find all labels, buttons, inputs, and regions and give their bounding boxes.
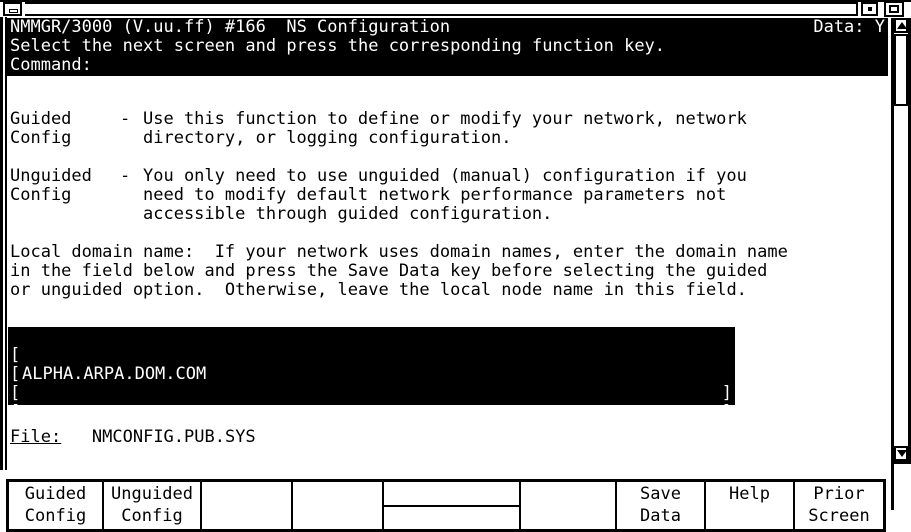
instruction-text: Select the next screen and press the cor… xyxy=(10,36,666,56)
fkey-label-line2: Config xyxy=(24,506,87,526)
unguided-config-label-line2: Config xyxy=(10,185,72,205)
fkey-bar-right-rule xyxy=(883,479,886,532)
fkey-unguided-config[interactable]: Unguided Config xyxy=(104,482,202,529)
domain-paragraph-line1: Local domain name: If your network uses … xyxy=(10,242,788,262)
fkey-label-line1: Unguided xyxy=(111,484,193,504)
scroll-down-arrow-icon[interactable] xyxy=(894,446,908,461)
field-bracket-right: ] xyxy=(721,402,732,422)
scroll-up-arrow-icon[interactable] xyxy=(894,18,908,33)
scrollbar-below-area xyxy=(891,464,911,510)
domain-input-row[interactable]: [ ALPHA.ARPA.DOM.COM ] xyxy=(8,327,735,403)
fkey-save-data[interactable]: Save Data xyxy=(617,482,706,529)
command-line-label[interactable]: Command: xyxy=(10,56,891,75)
guided-config-text-line1: Use this function to define or modify yo… xyxy=(143,109,747,129)
fkey-empty-5[interactable] xyxy=(384,482,521,529)
unguided-config-dash: - xyxy=(120,166,131,186)
file-value: NMCONFIG.PUB.SYS xyxy=(91,427,256,447)
fkey-empty-3[interactable] xyxy=(202,482,293,529)
window-titlebar xyxy=(0,0,911,17)
unguided-config-text-line3: accessible through guided configuration. xyxy=(143,204,553,224)
field-bracket-left: [ xyxy=(10,402,21,422)
fkey-guided-config[interactable]: Guided Config xyxy=(9,482,104,529)
scroll-up-arrow-glyph xyxy=(897,22,907,29)
terminal-emulator-window: NMMGR/3000 (V.uu.ff) #166 NS Configurati… xyxy=(0,0,911,532)
file-line: File: NMCONFIG.PUB.SYS xyxy=(10,428,256,447)
unguided-config-text-line2: need to modify default network performan… xyxy=(143,185,727,205)
domain-input-row[interactable]: [ ] xyxy=(8,384,735,460)
fkey-prior-screen[interactable]: Prior Screen xyxy=(795,482,883,529)
fkey-empty-4[interactable] xyxy=(293,482,384,529)
client-border-inner xyxy=(5,17,7,470)
file-label: File: xyxy=(10,427,62,447)
minimize-icon[interactable] xyxy=(861,2,878,16)
guided-config-label-line1: Guided xyxy=(10,109,72,129)
scrollbar-thumb[interactable] xyxy=(894,34,908,106)
window-menu-icon[interactable] xyxy=(3,2,22,16)
domain-input-row[interactable]: [ ] xyxy=(8,365,735,441)
fkey-label-line1: Help xyxy=(729,484,770,504)
window-title-field[interactable] xyxy=(25,2,858,16)
fkey-empty-6[interactable] xyxy=(521,482,617,529)
data-indicator: Data: Y xyxy=(813,17,885,37)
domain-paragraph-line2: in the field below and press the Save Da… xyxy=(10,261,768,281)
local-domain-name-input[interactable]: [ ALPHA.ARPA.DOM.COM ] [ ] [ ] [ ] xyxy=(8,327,735,460)
vertical-scrollbar[interactable] xyxy=(891,18,911,510)
fkey-help[interactable]: Help xyxy=(706,482,795,529)
fkey-label-line2: Screen xyxy=(808,506,870,526)
unguided-config-text-line1: You only need to use unguided (manual) c… xyxy=(143,166,747,186)
fkey-label-line1: Guided xyxy=(24,484,87,504)
guided-config-dash: - xyxy=(120,109,131,129)
fkey-label-line1 xyxy=(384,483,519,507)
guided-config-label-line2: Config xyxy=(10,128,72,148)
window-menu-glyph xyxy=(9,9,18,13)
file-spacer xyxy=(61,427,92,447)
fkey-label-line1: Prior xyxy=(813,484,865,504)
maximize-icon[interactable] xyxy=(884,1,904,17)
scroll-down-arrow-glyph xyxy=(897,450,907,457)
domain-paragraph-line3: or unguided option. Otherwise, leave the… xyxy=(10,280,747,300)
domain-input-row[interactable]: [ ] xyxy=(8,346,735,422)
function-key-bar: Guided Config Unguided Config Save Data … xyxy=(6,479,886,532)
field-bracket-right: ] xyxy=(721,421,732,441)
unguided-config-label-line1: Unguided xyxy=(10,166,92,186)
fkey-label-line1: Save xyxy=(640,484,681,504)
screen-header-block: NMMGR/3000 (V.uu.ff) #166 NS Configurati… xyxy=(7,18,888,76)
guided-config-text-line2: directory, or logging configuration. xyxy=(143,128,512,148)
minimize-glyph xyxy=(868,7,872,11)
client-border-outer xyxy=(0,17,3,470)
field-bracket-right: ] xyxy=(721,440,732,460)
fkey-label-line2: Data xyxy=(640,506,681,526)
fkey-label-line2: Config xyxy=(121,506,183,526)
terminal-client-area: NMMGR/3000 (V.uu.ff) #166 NS Configurati… xyxy=(0,17,911,532)
maximize-glyph xyxy=(889,5,899,13)
